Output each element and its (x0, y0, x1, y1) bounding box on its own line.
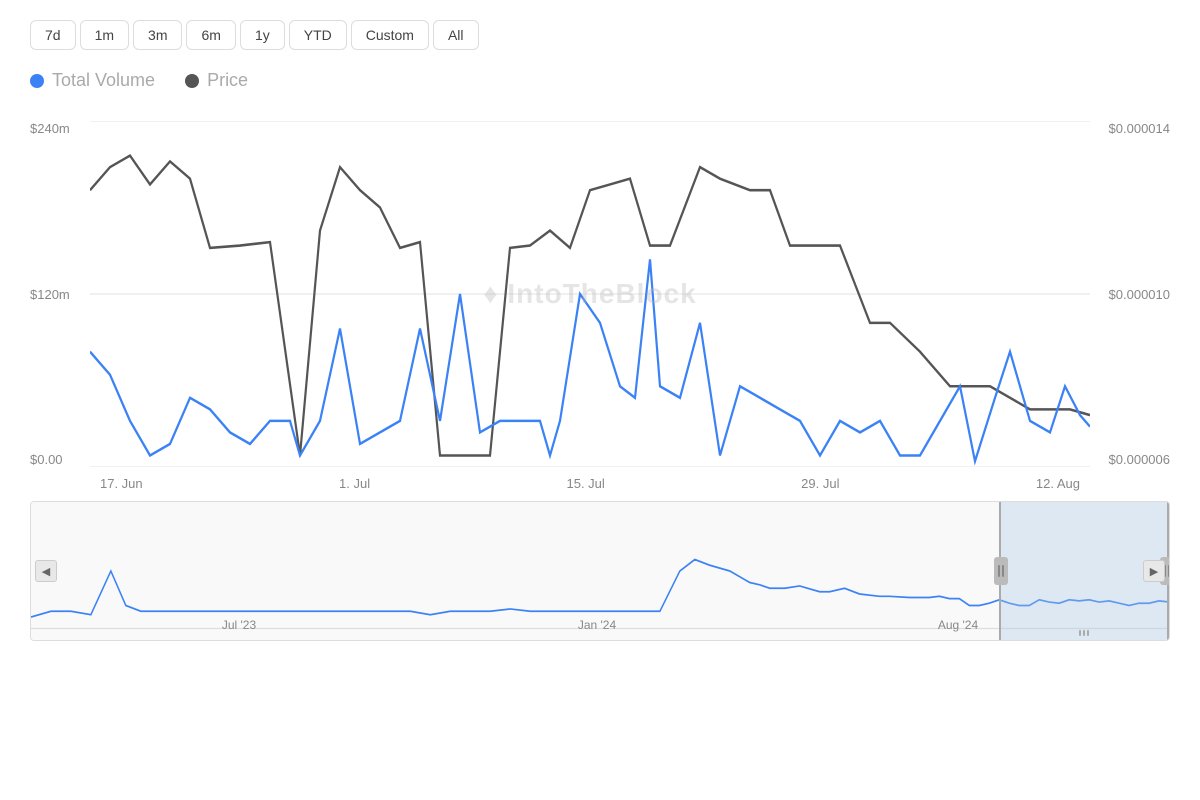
x-axis-label: 29. Jul (801, 476, 839, 491)
legend: Total Volume Price (30, 70, 1170, 91)
navigator-handle-left[interactable] (994, 557, 1008, 585)
x-axis-label: 1. Jul (339, 476, 370, 491)
y-axis-left-label: $120m (30, 287, 70, 302)
navigator-left-arrow[interactable]: ◀ (35, 560, 57, 582)
navigator-bottom-handle[interactable] (1064, 630, 1104, 636)
time-btn-custom[interactable]: Custom (351, 20, 429, 50)
time-btn-3m[interactable]: 3m (133, 20, 182, 50)
y-axis-left-label: $0.00 (30, 452, 70, 467)
legend-label: Price (207, 70, 248, 91)
main-chart: $240m$120m$0.00 $0.000014$0.000010$0.000… (30, 121, 1170, 491)
y-axis-right-label: $0.000006 (1109, 452, 1170, 467)
y-axis-right: $0.000014 $0.000010 $0.000006 (1109, 121, 1170, 491)
legend-dot (30, 74, 44, 88)
time-btn-7d[interactable]: 7d (30, 20, 76, 50)
legend-item-price: Price (185, 70, 248, 91)
legend-dot (185, 74, 199, 88)
chart-svg-container: ♦ IntoTheBlock (90, 121, 1090, 467)
x-axis-label: 15. Jul (566, 476, 604, 491)
legend-label: Total Volume (52, 70, 155, 91)
navigator-right-arrow[interactable]: ▶ (1143, 560, 1165, 582)
y-axis-right-label: $0.000010 (1109, 287, 1170, 302)
time-btn-1y[interactable]: 1y (240, 20, 285, 50)
time-range-bar: 7d1m3m6m1yYTDCustomAll (30, 20, 1170, 50)
time-btn-6m[interactable]: 6m (186, 20, 235, 50)
y-axis-left-label: $240m (30, 121, 70, 136)
time-btn-ytd[interactable]: YTD (289, 20, 347, 50)
time-btn-all[interactable]: All (433, 20, 479, 50)
navigator[interactable]: ◀ ▶ (30, 501, 1170, 641)
time-btn-1m[interactable]: 1m (80, 20, 129, 50)
y-axis-left: $240m $120m $0.00 (30, 121, 70, 491)
x-axis-label: 17. Jun (100, 476, 143, 491)
main-container: 7d1m3m6m1yYTDCustomAll Total Volume Pric… (0, 0, 1200, 800)
x-axis-labels: 17. Jun 1. Jul 15. Jul 29. Jul 12. Aug (90, 476, 1090, 491)
y-axis-right-label: $0.000014 (1109, 121, 1170, 136)
chart-svg (90, 121, 1090, 467)
x-axis-label: 12. Aug (1036, 476, 1080, 491)
legend-item-total-volume: Total Volume (30, 70, 155, 91)
